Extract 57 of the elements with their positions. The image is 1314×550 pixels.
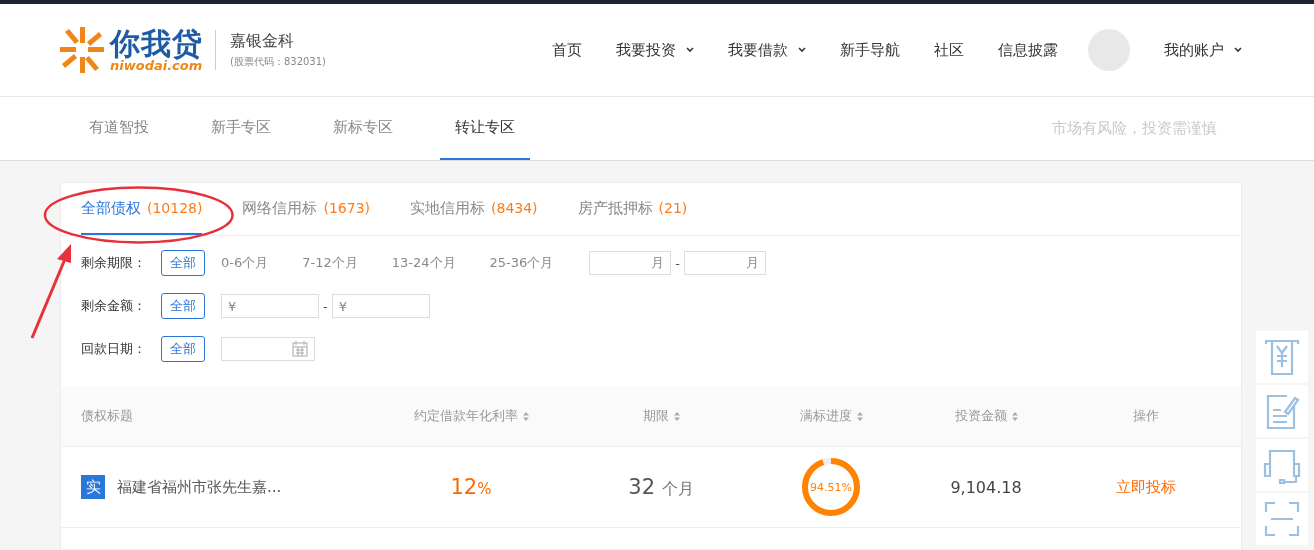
category-tab[interactable]: 网络信用标 (1673)	[242, 183, 371, 235]
rate-value: 12%	[450, 475, 492, 499]
amount-value: 9,104.18	[950, 477, 1022, 497]
filter-label: 回款日期：	[81, 340, 147, 358]
column-header[interactable]: 期限	[642, 407, 680, 425]
filter-label: 剩余金额：	[81, 297, 147, 315]
loan-title-link[interactable]: 福建省福州市张先生嘉...	[117, 477, 282, 497]
term-option[interactable]: 13-24个月	[391, 254, 456, 272]
column-header[interactable]: 约定借款年化利率	[413, 407, 529, 425]
side-tool-button[interactable]	[1256, 331, 1308, 383]
nav-link[interactable]: 我要借款	[728, 40, 806, 60]
range-separator: -	[675, 255, 680, 271]
category-tab[interactable]: 实地信用标 (8434)	[410, 183, 538, 235]
progress-ring	[801, 457, 861, 517]
filter-label: 剩余期限：	[81, 254, 147, 272]
date-input-field[interactable]	[221, 337, 315, 361]
subnav-tab[interactable]: 有道智投	[74, 97, 164, 160]
term-option[interactable]: 7-12个月	[302, 254, 358, 272]
month-input-field[interactable]: 月	[589, 251, 672, 275]
amount-input-field[interactable]: ¥	[331, 294, 430, 318]
subnav-tab[interactable]: 新手专区	[196, 97, 286, 160]
stock-code: (股票代码：832031)	[230, 55, 326, 69]
subnav-tab[interactable]: 转让专区	[440, 97, 530, 160]
nav-link[interactable]: 信息披露	[998, 40, 1058, 60]
progress-percent: 94.51%	[810, 480, 852, 494]
nav-link[interactable]: 我要投资	[616, 40, 694, 60]
subnav-tab[interactable]: 新标专区	[318, 97, 408, 160]
logo-icon	[60, 27, 104, 73]
scan-frame-icon	[1263, 500, 1301, 538]
all-option-button[interactable]: 全部	[161, 293, 205, 319]
nav-link[interactable]: 新手导航	[840, 40, 900, 60]
column-header: 操作	[1133, 407, 1159, 425]
all-option-button[interactable]: 全部	[161, 336, 205, 362]
month-input-field[interactable]: 月	[684, 251, 766, 275]
all-option-button[interactable]: 全部	[161, 250, 205, 276]
term-option[interactable]: 0-6个月	[221, 254, 269, 272]
side-tool-button[interactable]	[1256, 439, 1308, 491]
invest-now-link[interactable]: 立即投标	[1116, 477, 1176, 497]
side-tool-button[interactable]	[1256, 385, 1308, 437]
column-header[interactable]: 满标进度	[799, 407, 863, 425]
column-header[interactable]: 投资金额	[954, 407, 1018, 425]
account-link[interactable]: 我的账户	[1164, 40, 1242, 60]
category-tab[interactable]: 全部债权 (10128)	[81, 183, 203, 235]
amount-input-field[interactable]: ¥	[221, 294, 319, 318]
type-badge: 实	[81, 475, 105, 499]
category-tab[interactable]: 房产抵押标 (21)	[577, 183, 688, 235]
nav-link[interactable]: 社区	[934, 40, 964, 60]
range-separator: -	[323, 298, 328, 314]
term-option[interactable]: 25-36个月	[489, 254, 554, 272]
side-tool-button[interactable]	[1256, 493, 1308, 545]
calendar-icon	[292, 341, 308, 357]
column-header: 债权标题	[81, 407, 133, 425]
logo-text: 你我贷	[110, 28, 203, 59]
nav-link[interactable]: 首页	[552, 40, 582, 60]
term-value: 32 个月	[628, 474, 694, 500]
yuan-atm-icon	[1263, 338, 1301, 376]
company-name: 嘉银金科	[230, 31, 295, 52]
